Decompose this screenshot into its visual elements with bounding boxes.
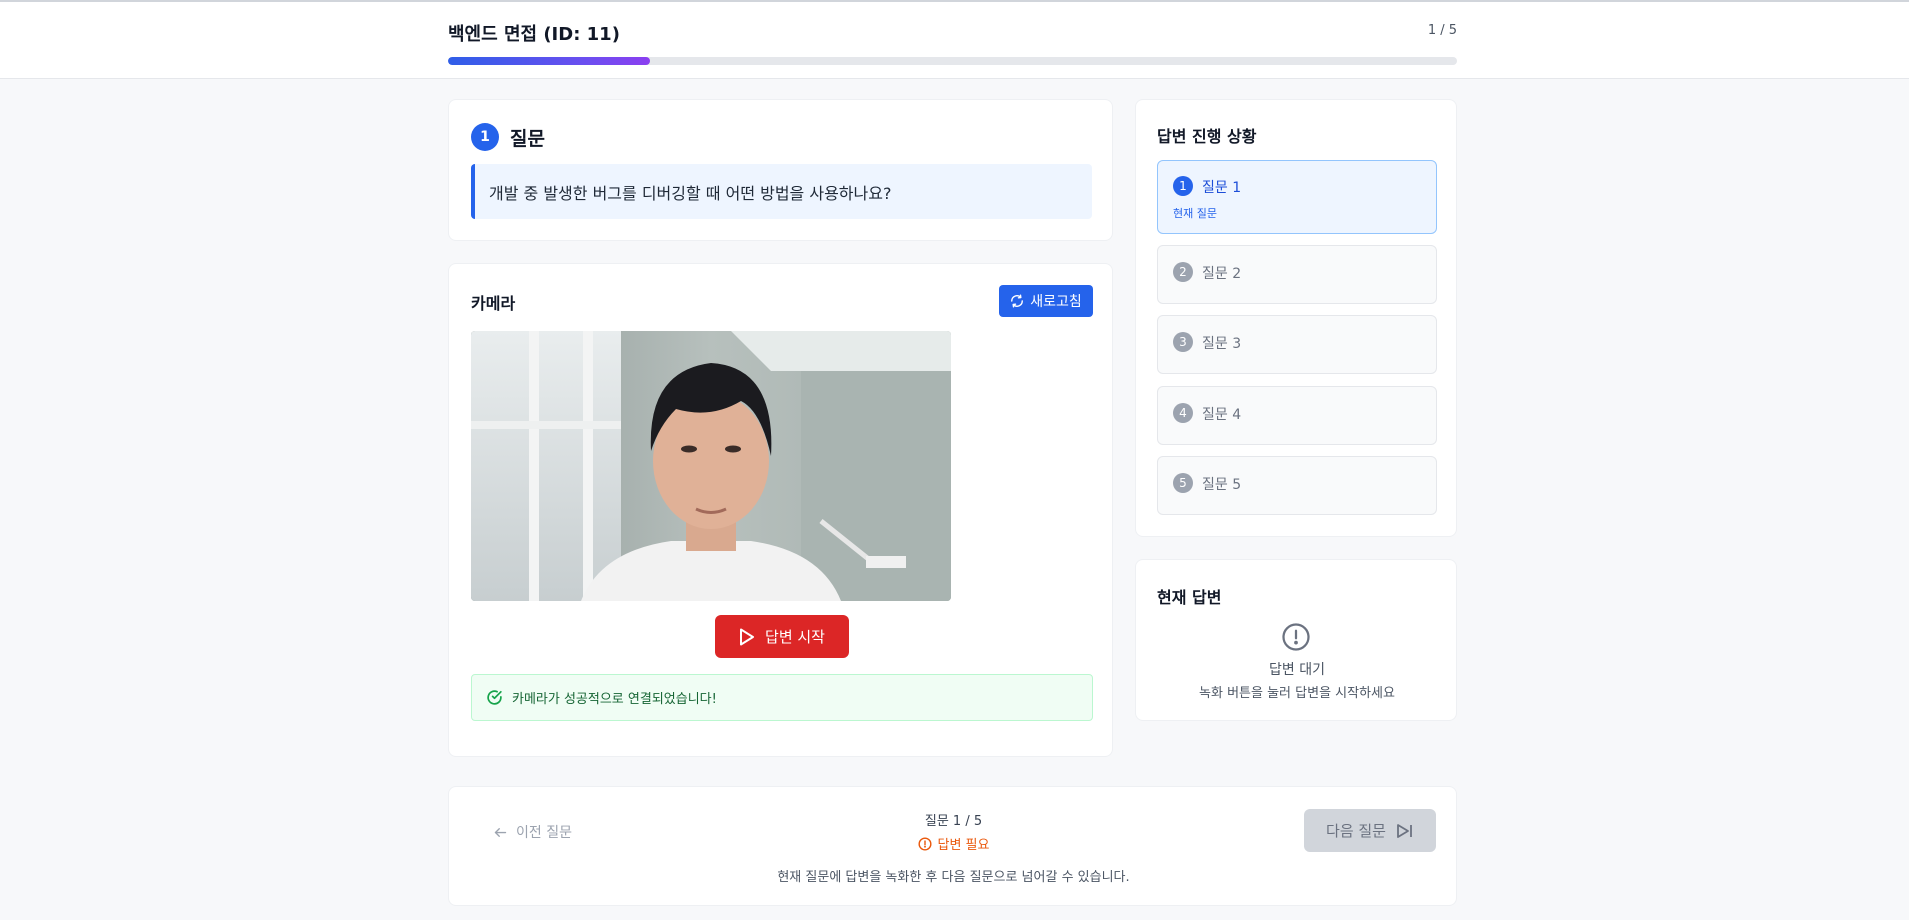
refresh-button-label: 새로고침 (1030, 294, 1082, 310)
next-question-label: 다음 질문 (1326, 822, 1386, 840)
camera-preview (471, 331, 951, 601)
refresh-icon (1011, 294, 1024, 308)
step-label: 질문 2 (1202, 266, 1242, 282)
answer-hint: 녹화 버튼을 눌러 답변을 시작하세요 (1199, 686, 1395, 701)
question-navigation: 이전 질문 질문 1 / 5 답변 필요 현재 질문에 답변을 녹화한 후 다음… (448, 786, 1457, 906)
page-header: 백엔드 면접 (ID: 11) 1 / 5 (0, 0, 1909, 79)
navigation-hint: 현재 질문에 답변을 녹화한 후 다음 질문으로 넘어갈 수 있습니다. (777, 870, 1130, 885)
question-card: 1 질문 개발 중 발생한 버그를 디버깅할 때 어떤 방법을 사용하나요? (448, 99, 1113, 241)
play-icon (740, 628, 755, 645)
step-item-1[interactable]: 1 질문 1 현재 질문 (1157, 160, 1437, 234)
step-item-5[interactable]: 5 질문 5 (1157, 456, 1437, 515)
start-answer-label: 답변 시작 (765, 628, 825, 646)
camera-success-message: 카메라가 성공적으로 연결되었습니다! (471, 674, 1093, 721)
question-number-badge: 1 (471, 123, 499, 151)
camera-title: 카메라 (471, 294, 516, 313)
step-label: 질문 3 (1202, 336, 1242, 352)
next-question-button[interactable]: 다음 질문 (1304, 809, 1436, 852)
answer-progress-title: 답변 진행 상황 (1157, 127, 1257, 146)
alert-circle-icon (917, 836, 932, 851)
skip-forward-icon (1397, 823, 1412, 838)
alert-circle-icon (1282, 623, 1310, 651)
start-answer-button[interactable]: 답변 시작 (715, 615, 849, 658)
question-text: 개발 중 발생한 버그를 디버깅할 때 어떤 방법을 사용하나요? (471, 164, 1092, 219)
step-number: 4 (1173, 403, 1193, 423)
camera-feed-image (471, 331, 951, 601)
progress-bar (448, 57, 1457, 65)
current-answer-card: 현재 답변 답변 대기 녹화 버튼을 눌러 답변을 시작하세요 (1135, 559, 1457, 721)
step-number: 2 (1173, 262, 1193, 282)
refresh-button[interactable]: 새로고침 (999, 285, 1093, 317)
step-number: 3 (1173, 332, 1193, 352)
progress-bar-fill (448, 57, 650, 65)
page-title: 백엔드 면접 (ID: 11) (448, 24, 620, 45)
question-counter: 1 / 5 (1427, 23, 1457, 38)
step-current-badge: 현재 질문 (1173, 207, 1217, 220)
step-label: 질문 4 (1202, 407, 1242, 423)
step-label: 질문 5 (1202, 477, 1242, 493)
answer-status: 답변 대기 (1269, 662, 1325, 678)
step-item-4[interactable]: 4 질문 4 (1157, 386, 1437, 445)
question-heading: 질문 (510, 128, 545, 150)
step-label: 질문 1 (1202, 180, 1242, 196)
step-item-2[interactable]: 2 질문 2 (1157, 245, 1437, 304)
success-text: 카메라가 성공적으로 연결되었습니다! (512, 692, 717, 707)
check-circle-icon (487, 690, 502, 705)
answer-required-label: 답변 필요 (937, 838, 990, 853)
camera-card: 카메라 새로고침 답변 시작 카메라가 성공적으로 연결되었습니다! (448, 263, 1113, 757)
current-answer-title: 현재 답변 (1157, 588, 1222, 607)
step-item-3[interactable]: 3 질문 3 (1157, 315, 1437, 374)
answer-progress-card: 답변 진행 상황 1 질문 1 현재 질문 2 질문 2 3 질문 3 4 질문… (1135, 99, 1457, 537)
step-number: 1 (1173, 176, 1193, 196)
step-number: 5 (1173, 473, 1193, 493)
